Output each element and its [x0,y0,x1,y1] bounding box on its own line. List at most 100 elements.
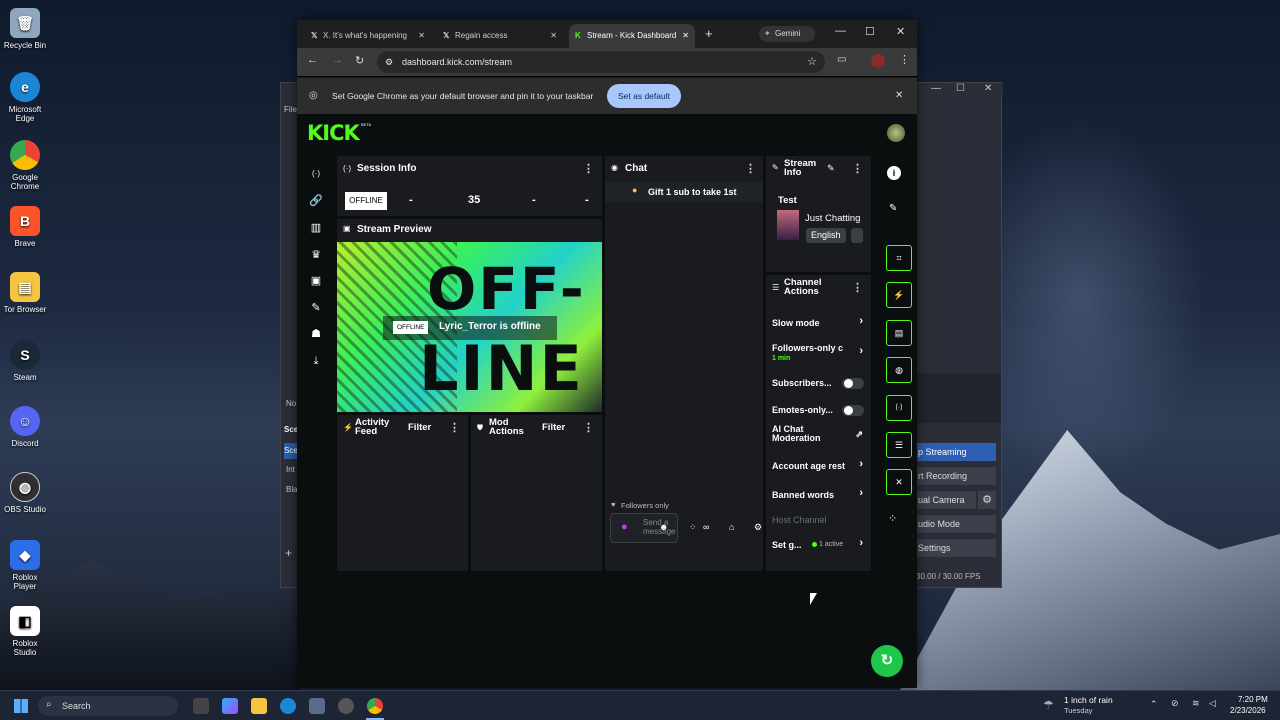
download-icon[interactable]: ⤓ [309,354,323,368]
close-tab-icon[interactable]: ✕ [682,24,689,48]
category-name[interactable]: Just Chatting [805,213,865,224]
kebab-menu-icon[interactable]: ⋮ [899,53,910,66]
wrench-icon[interactable]: ✎ [309,301,323,315]
user-avatar[interactable] [887,124,905,142]
volume-icon[interactable]: ◁ [1209,698,1216,709]
chrome-taskbar-icon[interactable] [367,698,383,714]
trophy-icon[interactable]: ♛ [309,248,323,262]
file-explorer-icon[interactable] [251,698,267,714]
weather-text[interactable]: 1 inch of rain [1064,695,1113,705]
emote-icon[interactable]: ☻ [659,522,668,532]
gift-banner[interactable]: ● Gift 1 sub to take 1st [605,182,763,202]
emotes-toggle[interactable] [842,405,864,416]
edge-desktop-icon[interactable]: e Microsoft Edge [2,72,48,123]
mic-icon[interactable]: ● [621,521,628,533]
address-bar[interactable]: ⚙ dashboard.kick.com/stream ☆ [377,51,825,73]
bookmark-star-icon[interactable]: ☆ [807,51,817,73]
minimize-icon[interactable]: — [931,83,941,94]
tab-regain-access[interactable]: 𝕏 Regain access ✕ [437,24,563,48]
obs-scene-item[interactable]: Sce [284,443,298,459]
pencil-icon[interactable]: ✎ [889,203,897,214]
bolt-icon[interactable]: ⚡ [886,282,912,308]
tab-kick-dashboard[interactable]: K Stream - Kick Dashboard ✕ [569,24,695,48]
gear-icon[interactable]: ⚙ [978,491,996,509]
tab-x[interactable]: 𝕏 X. It's what's happening ✕ [305,24,431,48]
set-as-default-button[interactable]: Set as default [607,84,681,108]
close-icon[interactable]: ✕ [984,83,992,94]
cast-icon[interactable]: ▭ [837,54,846,65]
kebab-menu-icon[interactable]: ⋮ [745,162,756,175]
clipboard-icon[interactable]: ▤ [886,320,912,346]
screenshot-icon[interactable]: ⌗ [886,245,912,271]
activity-filter-button[interactable]: Filter [408,422,431,433]
settings-gear-icon[interactable]: ⚙ [754,522,762,533]
subscribers-only-row[interactable]: Subscribers... [766,375,871,391]
broadcast-icon[interactable]: (·) [886,395,912,421]
edge-taskbar-icon[interactable] [280,698,296,714]
community-icon[interactable]: ☗ [309,327,323,341]
start-recording-button[interactable]: rt Recording [914,467,996,485]
app-taskbar-icon[interactable] [338,698,354,714]
kebab-menu-icon[interactable]: ⋮ [449,421,460,434]
kebab-menu-icon[interactable]: ⋮ [583,162,594,175]
virtual-camera-button[interactable]: ual Camera [914,491,976,509]
community-icon[interactable]: ⁘ [689,522,697,533]
banned-words-row[interactable]: Banned words › [766,487,871,503]
recycle-bin-desktop-icon[interactable]: 🗑 Recycle Bin [2,8,48,50]
start-streaming-button[interactable]: p Streaming [914,443,996,461]
roblox-studio-desktop-icon[interactable]: ◧ Roblox Studio [2,606,48,657]
chrome-desktop-icon[interactable]: Google Chrome [2,140,48,191]
obs-add-icon[interactable]: + [285,546,292,560]
set-goal-row[interactable]: Set g... 1 active › [766,537,871,553]
store-icon[interactable] [309,698,325,714]
back-icon[interactable]: ← [307,54,318,66]
infinity-icon[interactable]: ∞ [703,522,709,532]
analytics-icon[interactable]: ▥ [309,221,323,235]
profile-avatar[interactable] [871,54,885,68]
mod-filter-button[interactable]: Filter [542,422,565,433]
stream-broadcast-icon[interactable]: (·) [309,167,323,181]
account-age-row[interactable]: Account age rest › [766,458,871,474]
kebab-menu-icon[interactable]: ⋮ [852,162,863,175]
minimize-icon[interactable]: — [835,25,846,37]
forward-icon[interactable]: → [332,54,343,66]
site-info-icon[interactable]: ⚙ [385,51,393,73]
kick-logo[interactable]: KICK [307,121,360,145]
ai-moderation-row[interactable]: AI Chat Moderation ⇗ [766,423,871,447]
kebab-menu-icon[interactable]: ⋮ [583,421,594,434]
server-icon[interactable]: ☰ [886,432,912,458]
steam-desktop-icon[interactable]: S Steam [2,340,48,382]
discord-desktop-icon[interactable]: ☺ Discord [2,406,48,448]
obs-menu-file[interactable]: File [284,105,297,114]
chevron-up-icon[interactable]: ⌃ [1150,699,1158,710]
link-icon[interactable]: 🔗 [309,194,323,208]
reload-icon[interactable]: ↻ [355,54,364,67]
close-icon[interactable]: ✕ [896,25,905,38]
tor-desktop-icon[interactable]: ▤ Tor Browser [2,272,48,314]
community-icon[interactable]: ⁘ [888,512,897,525]
slow-mode-row[interactable]: Slow mode › [766,315,871,331]
taskbar-search[interactable]: ⌕ Search [38,696,178,716]
brave-desktop-icon[interactable]: B Brave [2,206,48,248]
copilot-icon[interactable] [222,698,238,714]
obs-desktop-icon[interactable]: ◍ OBS Studio [2,472,48,514]
settings-button[interactable]: Settings [914,539,996,557]
info-icon[interactable]: i [887,166,901,180]
close-tab-icon[interactable]: ✕ [550,24,557,48]
clock-time[interactable]: 7:20 PM [1238,695,1268,704]
windows-start-icon[interactable] [14,699,28,713]
task-view-icon[interactable] [193,698,209,714]
close-tab-icon[interactable]: ✕ [418,24,425,48]
store-icon[interactable]: ⌂ [729,522,734,532]
edit-icon[interactable]: ✎ [827,163,835,174]
kebab-menu-icon[interactable]: ⋮ [852,281,863,294]
subscribers-toggle[interactable] [842,378,864,389]
followers-only-row[interactable]: Followers-only c1 min › [766,341,871,363]
roblox-player-desktop-icon[interactable]: ◆ Roblox Player [2,540,48,591]
clock-date[interactable]: 2/23/2026 [1230,706,1266,715]
video-icon[interactable]: ▣ [309,274,323,288]
maximize-icon[interactable]: ☐ [956,83,965,94]
emotes-only-row[interactable]: Emotes-only... [766,402,871,418]
wrench-icon[interactable]: ✕ [886,469,912,495]
chat-icon[interactable]: ◍ [886,357,912,383]
